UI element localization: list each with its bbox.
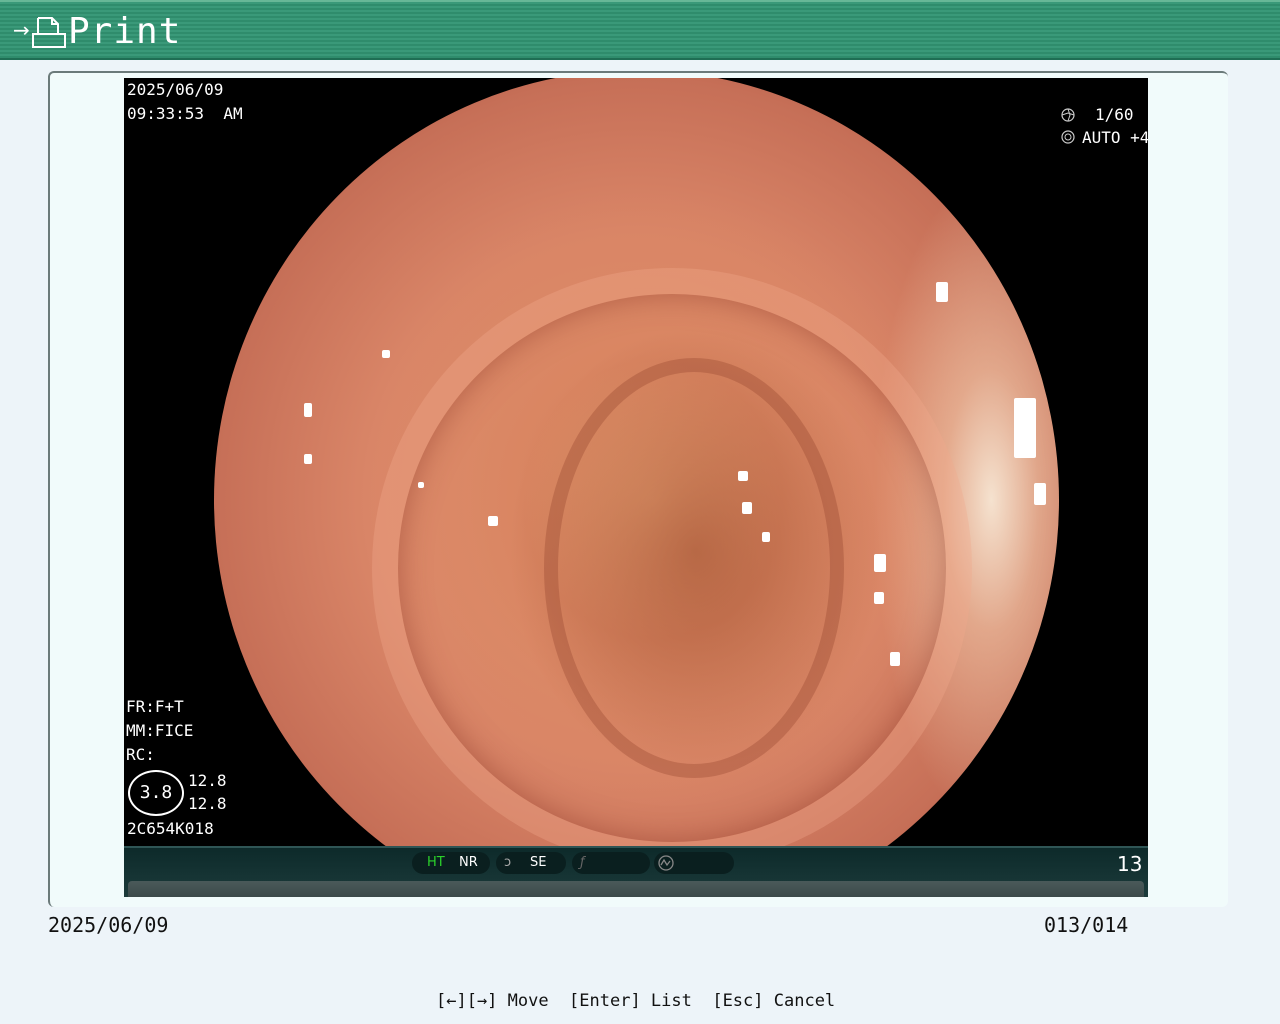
page-indicator: 013/014 — [1044, 913, 1129, 937]
shutter-icon — [1061, 108, 1075, 122]
specular-highlight — [738, 471, 748, 481]
se-pill: ↄ SE — [496, 852, 566, 874]
specular-highlight — [304, 454, 312, 464]
specular-highlight — [418, 482, 424, 488]
image-count: 13 — [1117, 852, 1143, 876]
specular-highlight — [488, 516, 498, 526]
nr-indicator: NR — [459, 855, 478, 870]
key-help: [←][→] Move [Enter] List [Esc] Cancel — [436, 991, 836, 1011]
lens-value-bottom: 12.8 — [188, 794, 227, 813]
fr-label: FR:F+T — [126, 697, 184, 716]
capture-date: 2025/06/09 — [127, 80, 224, 99]
specular-highlight — [936, 282, 948, 302]
shutter-speed: 1/60 — [1095, 105, 1134, 124]
specular-highlight — [742, 502, 752, 514]
specular-highlight — [874, 592, 884, 604]
mode-pill — [654, 852, 734, 874]
endoscope-image[interactable]: 2025/06/09 09:33:53 AM 1/60 AUTO +4 FR:F… — [124, 78, 1148, 897]
specular-highlight — [890, 652, 900, 666]
se-indicator: SE — [530, 855, 547, 870]
iris-icon — [1061, 130, 1075, 144]
capture-time: 09:33:53 AM — [127, 104, 243, 123]
print-icon — [32, 17, 66, 48]
title-bar: → Print — [0, 0, 1280, 60]
function-pill: ƒ — [572, 852, 650, 874]
specular-highlight — [304, 403, 312, 417]
specular-highlight — [382, 350, 390, 358]
lens-value-badge: 3.8 — [128, 770, 184, 816]
footer-date: 2025/06/09 — [48, 913, 169, 937]
lumen-fold — [544, 358, 844, 778]
window-title: Print — [68, 11, 182, 52]
rc-label: RC: — [126, 745, 155, 764]
status-bar-base — [128, 881, 1144, 897]
lens-value-top: 12.8 — [188, 771, 227, 790]
specular-highlight — [1034, 483, 1046, 505]
wave-circle-icon — [658, 855, 674, 879]
specular-highlight — [1014, 398, 1036, 458]
ht-indicator: HT — [427, 855, 445, 870]
specular-highlight — [762, 532, 770, 542]
iris-mode: AUTO +4 — [1082, 128, 1148, 147]
status-strip: HT NR ↄ SE ƒ 13 — [124, 846, 1148, 897]
mm-label: MM:FICE — [126, 721, 194, 740]
arrow-right-icon: → — [13, 18, 30, 42]
scope-tip-icon: ↄ — [504, 855, 512, 870]
ht-nr-pill: HT NR — [412, 852, 490, 874]
scope-id: 2C654K018 — [127, 819, 214, 838]
function-icon: ƒ — [580, 855, 585, 870]
specular-highlight — [874, 554, 886, 572]
